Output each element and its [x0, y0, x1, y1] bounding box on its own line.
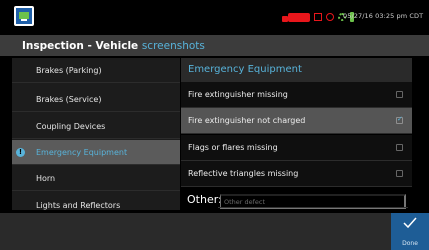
- defect-row[interactable]: Fire extinguisher not charged: [181, 108, 412, 134]
- other-label: Other:: [187, 193, 222, 206]
- done-button[interactable]: Done: [391, 213, 429, 250]
- sidebar-item-label: Emergency Equipment: [36, 147, 128, 157]
- checkmark-icon: [403, 217, 417, 229]
- document-icon: [314, 13, 322, 21]
- page-title: Inspection - Vehicle screenshots: [22, 40, 205, 52]
- panel-title: Emergency Equipment: [188, 64, 302, 75]
- defect-label: Flags or flares missing: [188, 143, 278, 152]
- defect-checkbox[interactable]: [396, 144, 403, 151]
- sidebar-item-coupling-devices[interactable]: Coupling Devices: [12, 114, 180, 139]
- sidebar-item-lights-and-reflectors[interactable]: Lights and Reflectors: [12, 193, 180, 210]
- defect-checkbox[interactable]: [396, 170, 403, 177]
- defect-label: Fire extinguisher not charged: [188, 116, 306, 125]
- status-bar: 05/27/16 03:25 pm CDT: [0, 0, 429, 34]
- defect-label: Reflective triangles missing: [188, 169, 299, 178]
- status-datetime: 05/27/16 03:25 pm CDT: [343, 12, 424, 20]
- done-label: Done: [402, 240, 418, 247]
- bottom-bar: [0, 213, 429, 250]
- sidebar-item-brakes-parking[interactable]: Brakes (Parking): [12, 58, 180, 83]
- app-icon[interactable]: [14, 6, 34, 26]
- sidebar-item-label: Coupling Devices: [36, 121, 106, 131]
- alert-icon: !: [16, 148, 25, 157]
- sidebar-item-label: Lights and Reflectors: [36, 200, 121, 210]
- defect-checkbox[interactable]: [396, 91, 403, 98]
- sidebar-item-label: Brakes (Service): [36, 94, 102, 104]
- sidebar-item-label: Horn: [36, 173, 56, 183]
- sidebar-item-emergency-equipment[interactable]: ! Emergency Equipment: [12, 140, 180, 165]
- other-input-underline: [218, 207, 408, 208]
- sidebar-item-brakes-service[interactable]: Brakes (Service): [12, 87, 180, 112]
- app-window: 05/27/16 03:25 pm CDT Inspection - Vehic…: [0, 0, 429, 250]
- defect-row[interactable]: Reflective triangles missing: [181, 161, 412, 187]
- defect-checkbox[interactable]: [396, 115, 403, 124]
- defect-label: Fire extinguisher missing: [188, 90, 288, 99]
- record-icon: [326, 13, 334, 21]
- page-title-text: Inspection - Vehicle: [22, 40, 139, 52]
- page-subtitle: screenshots: [141, 40, 205, 52]
- defect-row[interactable]: Fire extinguisher missing: [181, 82, 412, 108]
- defect-row[interactable]: Flags or flares missing: [181, 135, 412, 161]
- category-sidebar: Brakes (Parking) Brakes (Service) Coupli…: [12, 58, 180, 210]
- sidebar-item-label: Brakes (Parking): [36, 65, 102, 75]
- sidebar-item-horn[interactable]: Horn: [12, 166, 180, 191]
- truck-icon: [282, 12, 310, 22]
